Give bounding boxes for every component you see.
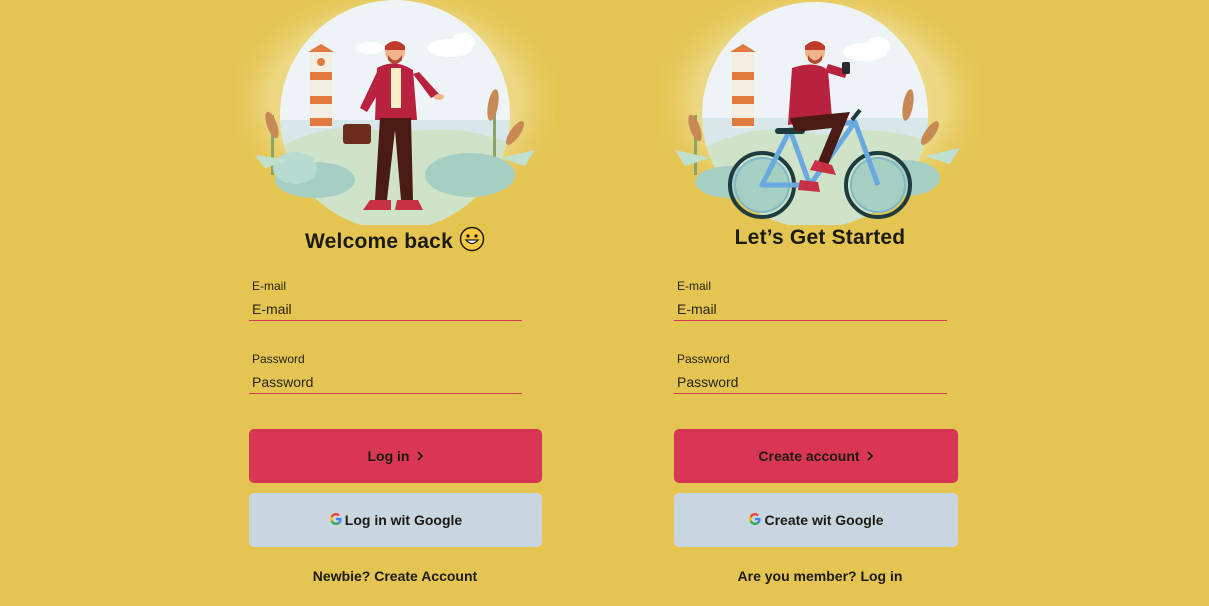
signup-email-label: E-mail [677, 279, 712, 293]
login-title: Welcome back [235, 226, 555, 258]
chevron-right-icon [866, 448, 874, 464]
signup-google-label: Create wit Google [764, 512, 884, 528]
login-illustration [235, 0, 555, 225]
login-email-input[interactable] [249, 297, 522, 321]
signup-email-input[interactable] [674, 297, 947, 321]
login-button-label: Log in [367, 448, 410, 464]
signup-illustration [660, 0, 980, 225]
login-password-input[interactable] [249, 370, 522, 394]
create-account-button[interactable]: Create account [674, 429, 958, 483]
login-button[interactable]: Log in [249, 429, 542, 483]
login-password-label: Password [252, 352, 305, 366]
google-logo-icon [748, 512, 762, 529]
login-panel: Welcome back E-mail Password Log in Log … [235, 0, 555, 606]
create-account-link[interactable]: Newbie? Create Account [235, 568, 555, 584]
login-email-label: E-mail [252, 279, 287, 293]
google-logo-icon [329, 512, 343, 529]
create-account-button-label: Create account [758, 448, 860, 464]
signup-password-input[interactable] [674, 370, 947, 394]
signup-password-label: Password [677, 352, 730, 366]
login-google-label: Log in wit Google [344, 512, 463, 528]
chevron-right-icon [416, 448, 424, 464]
signup-title: Let’s Get Started [734, 226, 906, 249]
login-link[interactable]: Are you member? Log in [660, 568, 980, 584]
signup-panel: Let’s Get Started E-mail Password Create… [660, 0, 980, 606]
signup-google-button[interactable]: Create wit Google [674, 493, 958, 547]
grinning-face-icon [459, 226, 485, 258]
login-google-button[interactable]: Log in wit Google [249, 493, 542, 547]
